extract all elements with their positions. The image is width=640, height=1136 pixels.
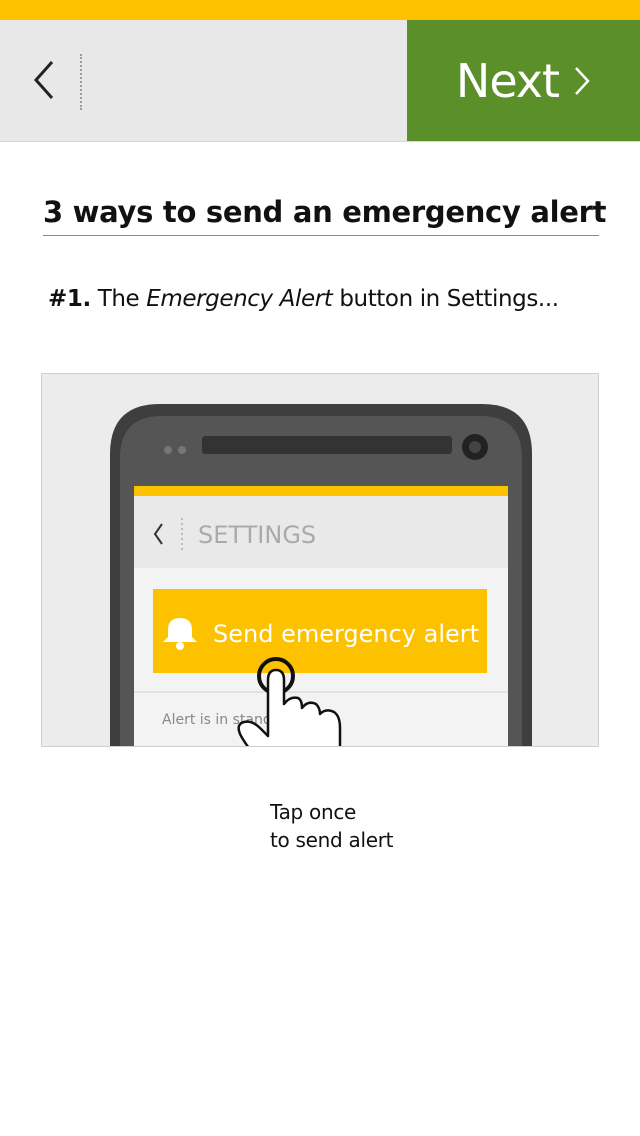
screen-accent-bar xyxy=(134,486,508,496)
page-title: 3 ways to send an emergency alert xyxy=(43,193,607,236)
chevron-right-icon xyxy=(575,66,590,95)
phone-illustration-graphic: SETTINGS Send emergency alert Alert is i… xyxy=(110,404,532,746)
tap-instruction: Tap once to send alert xyxy=(270,798,393,854)
next-button[interactable]: Next xyxy=(407,20,640,141)
caption-line-2: to send alert xyxy=(270,828,394,852)
send-button-label: Send emergency alert xyxy=(213,620,479,648)
navigation-bar: Next xyxy=(0,20,640,142)
chevron-left-icon xyxy=(33,61,54,99)
next-button-label: Next xyxy=(455,53,560,108)
step-emphasis: Emergency Alert xyxy=(146,286,333,312)
step-description: #1. The Emergency Alert button in Settin… xyxy=(48,286,618,312)
step-text-before: The xyxy=(90,286,147,312)
nav-divider xyxy=(80,54,82,110)
top-accent-bar xyxy=(0,0,640,20)
screen-navbar xyxy=(134,496,508,568)
step-text-after: button in Settings... xyxy=(332,286,559,312)
screen-title: SETTINGS xyxy=(198,521,316,549)
step-number: #1. xyxy=(48,286,91,312)
phone-illustration: SETTINGS Send emergency alert Alert is i… xyxy=(41,373,599,747)
speaker-grille xyxy=(202,436,452,454)
back-button[interactable] xyxy=(14,48,72,112)
caption-line-1: Tap once xyxy=(270,800,357,824)
